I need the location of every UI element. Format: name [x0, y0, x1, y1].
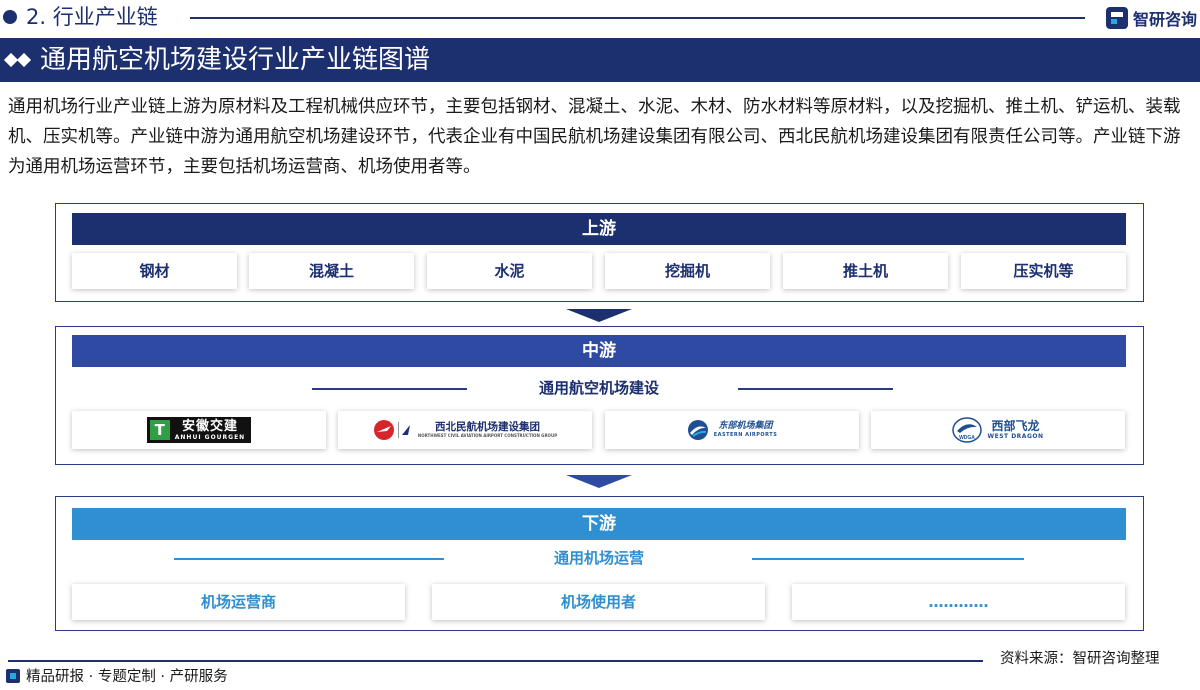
eastern-airports-logo-icon: 东部机场集团 EASTERN AIRPORTS: [687, 419, 778, 441]
company-logo-card: WDGA 西部飞龙 WEST DRAGON: [871, 411, 1125, 449]
west-dragon-logo-icon: WDGA 西部飞龙 WEST DRAGON: [952, 417, 1043, 443]
company-logo-card: T 安徽交建 ANHUI GOURGEN: [72, 411, 326, 449]
upstream-item-steel: 钢材: [72, 253, 237, 289]
svg-text:WDGA: WDGA: [960, 435, 976, 441]
brand-logo-icon: [1106, 7, 1128, 29]
logo-name-en: EASTERN AIRPORTS: [713, 432, 778, 438]
section-header: 2. 行业产业链 智研咨询: [0, 0, 1200, 38]
logo-name-en: ANHUI GOURGEN: [174, 433, 246, 441]
downstream-tier: 下游 通用机场运营 机场运营商 机场使用者 …………: [55, 496, 1144, 631]
downstream-sublabel: 通用机场运营: [553, 549, 644, 567]
logo-name-cn: 西北民航机场建设集团: [435, 420, 540, 433]
brand-name: 智研咨询: [1133, 10, 1198, 29]
northwest-airport-construction-logo-icon: 西北民航机场建设集团 NORTHWEST CIVIL AVIATION AIRP…: [373, 419, 557, 441]
upstream-item-bulldozer: 推土机: [783, 253, 948, 289]
down-arrow-icon: [566, 475, 632, 488]
upstream-header: 上游: [72, 213, 1126, 245]
logo-name-cn: 安徽交建: [181, 418, 238, 434]
diamond-bullet-icon: [3, 52, 34, 68]
logo-name-cn: 西部飞龙: [991, 419, 1040, 433]
description-paragraph: 通用机场行业产业链上游为原材料及工程机械供应环节，主要包括钢材、混凝土、水泥、木…: [8, 97, 1181, 177]
downstream-subheading: 通用机场运营: [72, 545, 1126, 571]
down-arrow-icon: [566, 309, 632, 322]
title-band: 通用航空机场建设行业产业链图谱: [0, 38, 1200, 82]
page-title: 通用航空机场建设行业产业链图谱: [40, 45, 431, 75]
logo-name-en: WEST DRAGON: [987, 433, 1044, 440]
midstream-header: 中游: [72, 335, 1126, 367]
upstream-item-cement: 水泥: [427, 253, 592, 289]
footer-divider: [8, 660, 983, 662]
section-title: 2. 行业产业链: [26, 5, 158, 29]
source-note: 资料来源：智研咨询整理: [1000, 651, 1160, 667]
company-logo-card: 东部机场集团 EASTERN AIRPORTS: [605, 411, 859, 449]
brand: 智研咨询: [1106, 5, 1197, 31]
company-logo-card: 西北民航机场建设集团 NORTHWEST CIVIL AVIATION AIRP…: [338, 411, 592, 449]
upstream-item-compactor: 压实机等: [961, 253, 1126, 289]
logo-name-cn: 东部机场集团: [718, 421, 773, 431]
anhui-jiaojian-logo-icon: T 安徽交建 ANHUI GOURGEN: [146, 417, 252, 443]
downstream-header: 下游: [72, 508, 1126, 540]
midstream-tier: 中游 通用航空机场建设 T 安徽交建 ANHUI GOURGEN 西北民航机场建…: [55, 326, 1144, 465]
downstream-item-user: 机场使用者: [432, 584, 765, 620]
midstream-sublabel: 通用航空机场建设: [538, 379, 659, 397]
downstream-item-more: …………: [792, 584, 1125, 620]
footer-slogan: 精品研报 · 专题定制 · 产研服务: [26, 669, 228, 685]
downstream-item-operator: 机场运营商: [72, 584, 405, 620]
upstream-tier: 上游 钢材 混凝土 水泥 挖掘机 推土机 压实机等: [55, 203, 1144, 302]
midstream-subheading: 通用航空机场建设: [72, 375, 1126, 401]
header-divider: [190, 17, 1085, 19]
logo-name-en: NORTHWEST CIVIL AVIATION AIRPORT CONSTRU…: [417, 433, 558, 439]
upstream-item-concrete: 混凝土: [249, 253, 414, 289]
upstream-item-excavator: 挖掘机: [605, 253, 770, 289]
bullet-dot-icon: [3, 10, 17, 24]
footer-brand-icon: [6, 669, 20, 683]
